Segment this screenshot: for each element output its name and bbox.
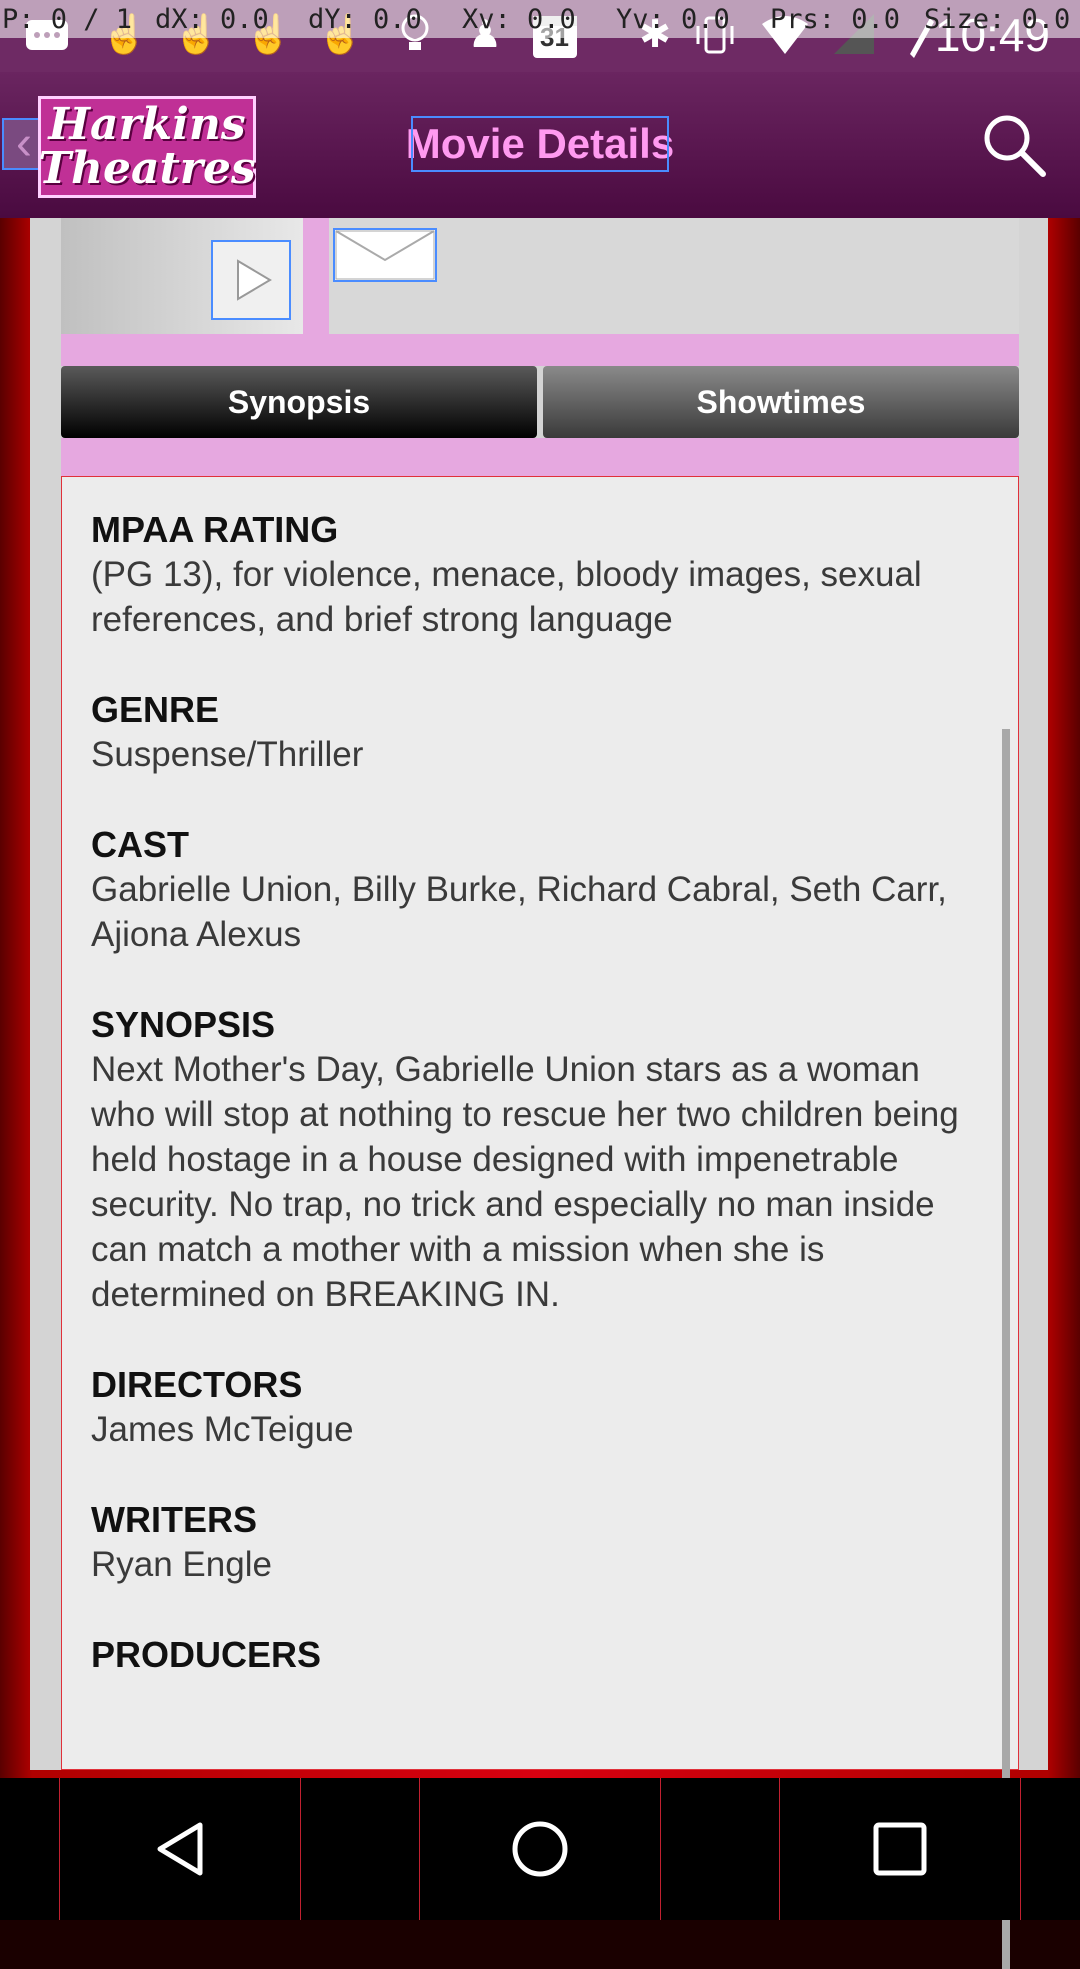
debug-size: Size: 0.0 [924, 4, 1071, 35]
tab-bar: Synopsis Showtimes [61, 366, 1019, 438]
page-frame: Synopsis Showtimes MPAA RATING (PG 13), … [0, 218, 1080, 1969]
section-label: CAST [91, 824, 189, 865]
search-button[interactable] [948, 72, 1080, 218]
app-header: ‹ Harkins Theatres Movie Details [0, 72, 1080, 218]
section-value: James McTeigue [91, 1410, 354, 1449]
tab-showtimes[interactable]: Showtimes [543, 366, 1019, 438]
logo-line-1: Harkins [48, 99, 246, 150]
section-label: SYNOPSIS [91, 1004, 276, 1045]
back-triangle-icon [157, 1822, 203, 1876]
navigation-bar [0, 1778, 1080, 1920]
home-circle-icon [512, 1821, 568, 1877]
section-producers: PRODUCERS [91, 1632, 981, 1677]
page-title: Movie Details [405, 120, 675, 167]
recents-square-icon [873, 1822, 927, 1876]
debug-pointer-count: P: 0 / 1 [2, 4, 133, 35]
section-directors: DIRECTORS James McTeigue [91, 1362, 981, 1452]
section-label: MPAA RATING [91, 509, 339, 550]
recents-button[interactable] [779, 1778, 1021, 1920]
section-value: Suspense/Thriller [91, 735, 364, 774]
section-label: WRITERS [91, 1499, 257, 1540]
section-writers: WRITERS Ryan Engle [91, 1497, 981, 1587]
mail-icon [335, 230, 435, 280]
tab-synopsis[interactable]: Synopsis [61, 366, 537, 438]
section-mpaa: MPAA RATING (PG 13), for violence, menac… [91, 507, 981, 642]
details-content: MPAA RATING (PG 13), for violence, menac… [91, 507, 981, 1722]
play-trailer-button[interactable] [211, 240, 291, 320]
status-bar: ☝ ☝ ☝ ☝ ♟ 31 ✱ 10:49 P: 0 / 1 dX: 0.0 dY… [0, 0, 1080, 72]
movie-details-panel[interactable]: MPAA RATING (PG 13), for violence, menac… [61, 476, 1019, 1969]
divider-strip [61, 334, 1019, 366]
debug-xv: Xv: 0.0 [462, 4, 576, 35]
section-label: DIRECTORS [91, 1364, 303, 1405]
play-icon [237, 259, 272, 301]
home-button[interactable] [419, 1778, 661, 1920]
section-value: Next Mother's Day, Gabrielle Union stars… [91, 1050, 959, 1314]
section-label: GENRE [91, 689, 220, 730]
debug-yv: Yv: 0.0 [616, 4, 730, 35]
section-synopsis: SYNOPSIS Next Mother's Day, Gabrielle Un… [91, 1002, 981, 1317]
logo-line-2: Theatres [38, 143, 256, 194]
debug-dx: dX: 0.0 [155, 4, 269, 35]
header-title-container: Movie Details [406, 116, 674, 172]
section-value: (PG 13), for violence, menace, bloody im… [91, 555, 922, 639]
section-value: Gabrielle Union, Billy Burke, Richard Ca… [91, 870, 947, 954]
back-button[interactable] [59, 1778, 301, 1920]
section-cast: CAST Gabrielle Union, Billy Burke, Richa… [91, 822, 981, 957]
search-icon [984, 115, 1046, 177]
debug-dy: dY: 0.0 [308, 4, 422, 35]
divider-strip [61, 438, 1019, 476]
share-email-button[interactable] [333, 228, 437, 282]
movie-media-row [61, 218, 1019, 334]
debug-pressure: Prs: 0.0 [770, 4, 901, 35]
section-value: Ryan Engle [91, 1545, 272, 1584]
section-genre: GENRE Suspense/Thriller [91, 687, 981, 777]
debug-pointer-overlay: P: 0 / 1 dX: 0.0 dY: 0.0 Xv: 0.0 Yv: 0.0… [0, 0, 1080, 38]
harkins-logo[interactable]: Harkins Theatres [38, 96, 256, 198]
section-label: PRODUCERS [91, 1634, 322, 1675]
